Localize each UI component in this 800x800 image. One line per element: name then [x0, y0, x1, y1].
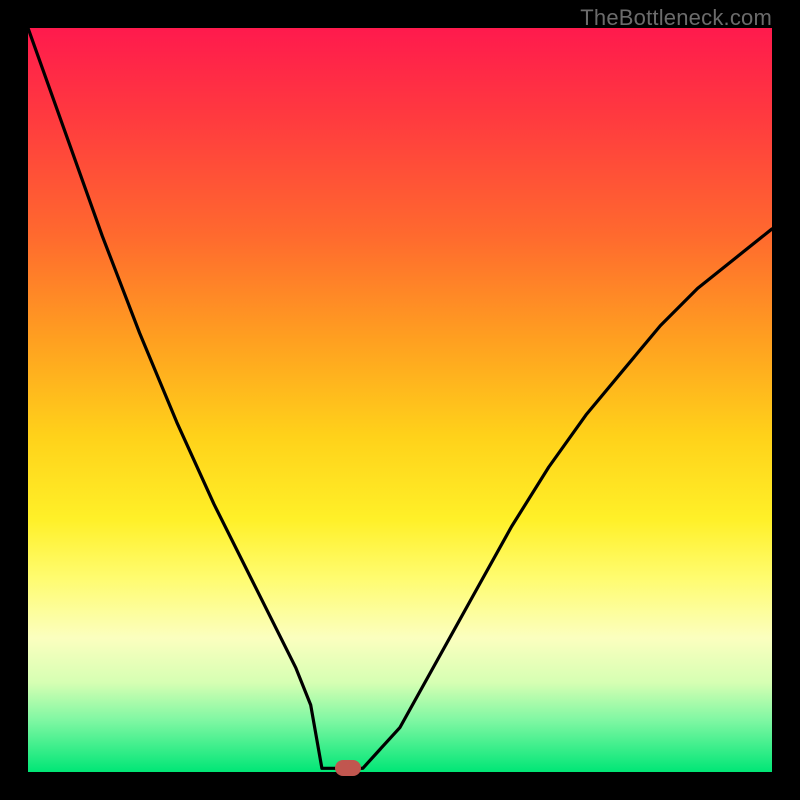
bottleneck-curve	[28, 28, 772, 772]
optimum-marker	[335, 760, 361, 776]
plot-area	[28, 28, 772, 772]
chart-frame: TheBottleneck.com	[0, 0, 800, 800]
